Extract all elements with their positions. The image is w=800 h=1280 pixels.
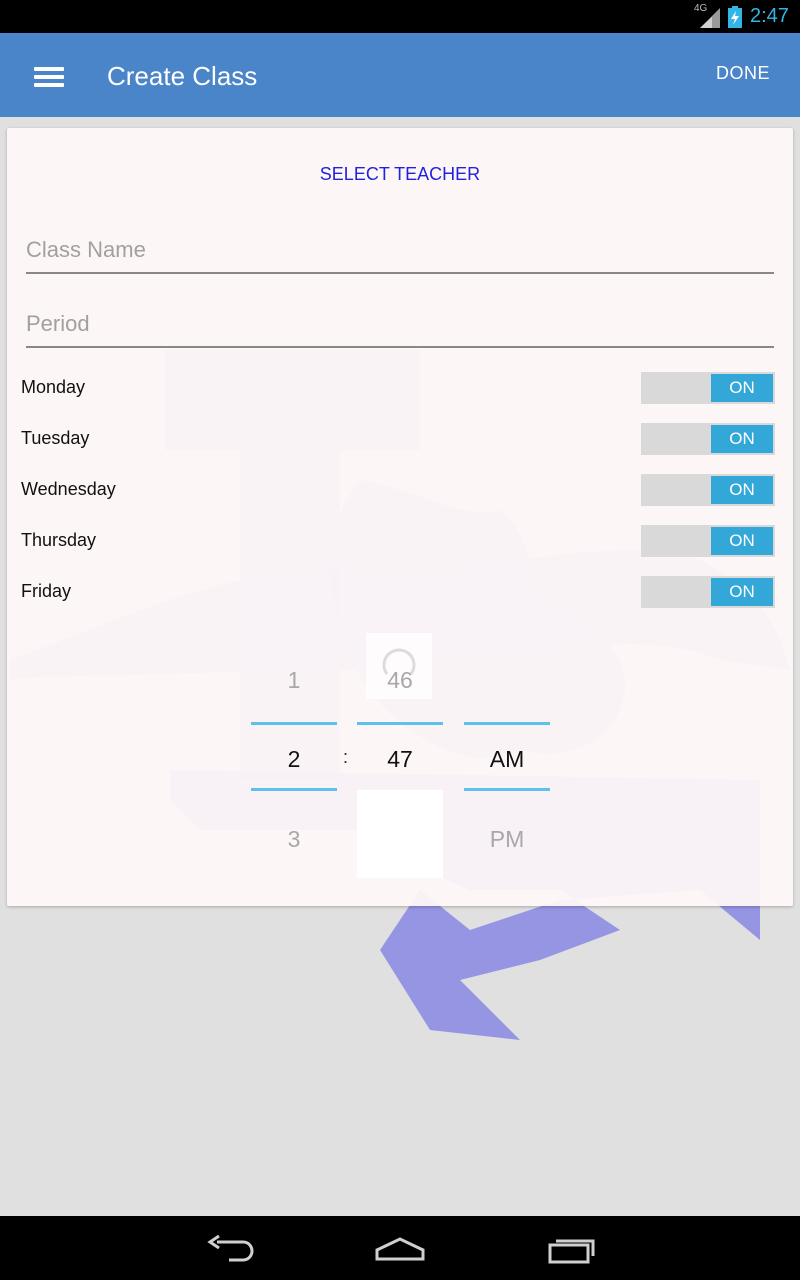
class-name-input[interactable]: [26, 232, 774, 268]
time-separator: :: [343, 747, 349, 767]
toggle-state: ON: [711, 527, 773, 555]
recents-icon[interactable]: [546, 1236, 596, 1264]
hour-picker[interactable]: 1 2 3: [251, 618, 337, 878]
selection-line: [251, 722, 337, 725]
page-title: Create Class: [107, 61, 258, 91]
minute-prev[interactable]: 46: [357, 667, 443, 694]
toggle-state: ON: [711, 476, 773, 504]
day-label: Monday: [21, 377, 86, 397]
thursday-toggle[interactable]: ON: [641, 525, 775, 557]
selection-line: [251, 788, 337, 791]
toggle-state: ON: [711, 578, 773, 606]
status-time: 2:47: [750, 5, 789, 27]
selection-line: [464, 722, 550, 725]
class-name-field: [26, 232, 774, 274]
selection-line: [357, 722, 443, 725]
ampm-next[interactable]: PM: [464, 826, 550, 853]
select-teacher-button[interactable]: SELECT TEACHER: [7, 164, 793, 185]
ampm-picker[interactable]: AM PM: [464, 618, 550, 878]
home-icon[interactable]: [374, 1236, 426, 1262]
tuesday-toggle[interactable]: ON: [641, 423, 775, 455]
day-label: Tuesday: [21, 428, 90, 448]
day-row-thursday: Thursday ON: [21, 525, 775, 557]
status-bar: 4G 2:47: [0, 0, 800, 33]
ampm-selected[interactable]: AM: [464, 746, 550, 773]
monday-toggle[interactable]: ON: [641, 372, 775, 404]
day-row-wednesday: Wednesday ON: [21, 474, 775, 506]
day-row-tuesday: Tuesday ON: [21, 423, 775, 455]
minute-picker[interactable]: 46 47: [357, 618, 443, 878]
toggle-state: ON: [711, 425, 773, 453]
day-row-friday: Friday ON: [21, 576, 775, 608]
day-label: Wednesday: [21, 479, 116, 499]
period-input[interactable]: [26, 306, 774, 342]
hour-prev[interactable]: 1: [251, 667, 337, 694]
selection-line: [464, 788, 550, 791]
day-label: Friday: [21, 581, 72, 601]
day-row-monday: Monday ON: [21, 372, 775, 404]
signal-icon: [700, 8, 720, 28]
wednesday-toggle[interactable]: ON: [641, 474, 775, 506]
navigation-bar: [0, 1216, 800, 1280]
hour-next[interactable]: 3: [251, 826, 337, 853]
friday-toggle[interactable]: ON: [641, 576, 775, 608]
done-button[interactable]: DONE: [716, 63, 770, 84]
back-icon[interactable]: [205, 1234, 255, 1264]
minute-selected[interactable]: 47: [357, 746, 443, 773]
period-field: [26, 306, 774, 348]
action-bar: Create Class DONE: [0, 33, 800, 117]
menu-icon[interactable]: [26, 59, 72, 93]
battery-icon: [728, 6, 742, 28]
hour-selected[interactable]: 2: [251, 746, 337, 773]
create-class-card: SELECT TEACHER Monday ON Tuesday ON Wedn…: [7, 128, 793, 906]
day-label: Thursday: [21, 530, 97, 550]
toggle-state: ON: [711, 374, 773, 402]
minute-next-box[interactable]: [357, 790, 443, 878]
